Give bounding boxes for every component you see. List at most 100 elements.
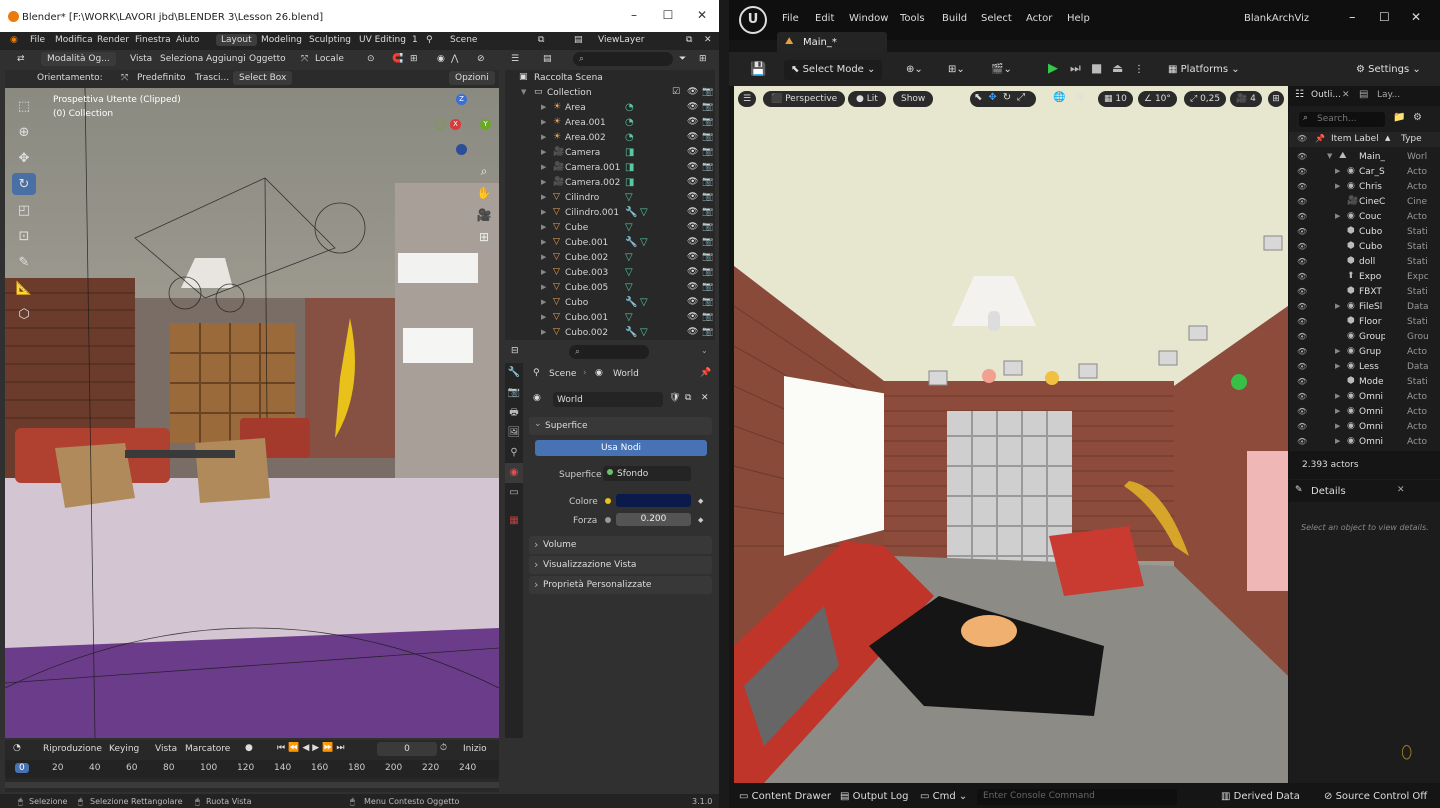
visibility-eye-icon[interactable]: 👁 [1297,347,1307,356]
render-camera-icon[interactable]: 📷 [702,312,713,322]
eye-icon[interactable]: 👁 [687,87,698,97]
ue-outliner-row[interactable]: 👁 🎥 CineC Cine [1289,195,1440,210]
expand-icon[interactable]: ▶ [541,223,546,231]
properties-search-input[interactable]: ⌕ [569,345,649,359]
outliner-item[interactable]: ▶ 🎥 Camera ◨ 👁 📷 [505,146,715,161]
ue-menu-help[interactable]: Help [1067,13,1090,24]
playhead-frame[interactable]: 0 [15,763,29,773]
ue-outliner-row[interactable]: 👁 ▶ ◉ FileSl Data [1289,300,1440,315]
pivot-icon[interactable]: ⊙ [367,54,375,64]
prev-key-icon[interactable]: ⏪ [288,743,302,753]
tab-modeling[interactable]: Modeling [261,35,302,45]
annotate-tool-icon[interactable]: ✎ [12,251,36,273]
visibility-eye-icon[interactable]: 👁 [1297,332,1307,341]
snap-grid-icon[interactable]: ⊞ [410,54,418,64]
outliner-editor-icon[interactable]: ☰ [511,54,519,64]
strength-keyframe-icon[interactable]: ◆ [698,516,703,524]
color-keyframe-icon[interactable]: ◆ [698,497,703,505]
outliner-filter-icon[interactable]: ⏷ [679,54,686,64]
ue-menu-window[interactable]: Window [849,13,888,24]
outliner-settings-icon[interactable]: ⚙ [1413,112,1422,123]
source-control-button[interactable]: ⊘ Source Control Off [1324,791,1427,802]
select-box-tool-icon[interactable]: ⬚ [12,95,36,117]
object-data-icon[interactable]: ▽ [625,222,633,233]
expand-icon[interactable]: ▶ [541,313,546,321]
play-reverse-icon[interactable]: ◀ [302,743,312,753]
play-icon[interactable]: ▶ [312,743,322,753]
eye-icon[interactable]: 👁 [687,237,698,247]
expand-icon[interactable]: ▶ [541,253,546,261]
blueprint-icon[interactable]: ⊞⌄ [941,60,972,80]
visibility-eye-icon[interactable]: 👁 [1297,362,1307,371]
menu-modifica[interactable]: Modifica [55,35,93,45]
viewlayer-copy-icon[interactable]: ⧉ [686,35,692,45]
camera-speed-button[interactable]: 🎥 4 [1230,91,1262,107]
ue-menu-tools[interactable]: Tools [900,13,925,24]
visibility-eye-icon[interactable]: 👁 [1297,272,1307,281]
output-log-button[interactable]: ▤ Output Log [840,791,908,802]
visibility-eye-icon[interactable]: 👁 [1297,407,1307,416]
menu-file[interactable]: File [30,35,45,45]
render-camera-icon[interactable]: 📷 [702,192,713,202]
pan-hand-icon[interactable]: ✋ [474,182,494,204]
viewlayer-name[interactable]: ViewLayer [598,35,644,45]
menu-vista[interactable]: Vista [130,54,152,64]
panel-viewport-display[interactable]: Visualizzazione Vista [529,556,712,574]
expand-icon[interactable]: ▶ [1335,407,1340,415]
proportional-icon[interactable]: ◉ [437,54,445,64]
visibility-eye-icon[interactable]: 👁 [1297,302,1307,311]
transform-orientation-icon[interactable]: ⤧ [301,54,308,64]
eye-icon[interactable]: 👁 [687,222,698,232]
expand-icon[interactable]: ▶ [541,133,546,141]
navigation-gizmo[interactable]: Z X Y [435,92,495,162]
options-dropdown[interactable]: Opzioni [449,71,495,85]
modifier-wrench-icon[interactable]: 🔧 [625,237,637,248]
details-close-icon[interactable]: ✕ [1397,485,1405,495]
scene-name[interactable]: Scene [450,35,477,45]
ue-outliner-row[interactable]: 👁 ▶ ◉ Omni Acto [1289,390,1440,405]
eye-icon[interactable]: 👁 [687,267,698,277]
collection-checkbox[interactable]: ☑ [672,87,680,97]
ue-outliner-row[interactable]: 👁 ◉ Group Grou [1289,330,1440,345]
menu-marcatore[interactable]: Marcatore [185,744,230,754]
visibility-eye-icon[interactable]: 👁 [1297,242,1307,251]
render-camera-icon[interactable]: 📷 [702,282,713,292]
object-data-icon[interactable]: ◨ [625,177,634,188]
ue-level-tab[interactable]: ⛰ Main_* [777,32,887,52]
viewport-options-icon[interactable]: ☰ [738,91,756,107]
object-data-icon[interactable]: ▽ [625,252,633,263]
menu-seleziona[interactable]: Seleziona [160,54,203,64]
world-name-field[interactable]: World [553,392,663,407]
panel-volume[interactable]: Volume [529,536,712,554]
object-data-icon[interactable]: ◨ [625,162,634,173]
outliner-item[interactable]: ▶ ☀ Area.001 ◔ 👁 📷 [505,116,715,131]
details-title[interactable]: Details [1311,486,1346,497]
render-camera-icon[interactable]: 📷 [702,297,713,307]
orientation-dropdown[interactable]: Predefinito [137,73,185,83]
visibility-eye-icon[interactable]: 👁 [1297,182,1307,191]
ue-outliner-row[interactable]: 👁 ▼ ⛰ Main_(Worl [1289,150,1440,165]
render-camera-icon[interactable]: 📷 [702,237,713,247]
properties-editor-icon[interactable]: ⊟ [511,346,519,356]
surface-shader-field[interactable]: Sfondo [603,466,691,481]
layers-tab-label[interactable]: Lay... [1377,90,1400,100]
expand-icon[interactable]: ▶ [1335,212,1340,220]
viewlayer-close-icon[interactable]: ✕ [704,35,712,45]
add-cube-tool-icon[interactable]: ⬡ [12,303,36,325]
outliner-item[interactable]: ▶ 🎥 Camera.002 ◨ 👁 📷 [505,176,715,191]
record-button[interactable]: ● [245,743,253,753]
unreal-logo-icon[interactable]: U [739,6,767,34]
expand-icon[interactable]: ▶ [541,268,546,276]
item-label-column[interactable]: Item Label [1331,134,1379,144]
object-data-icon[interactable]: ▽ [625,192,633,203]
eye-icon[interactable]: 👁 [687,117,698,127]
ue-menu-edit[interactable]: Edit [815,13,834,24]
eye-icon[interactable]: 👁 [687,207,698,217]
expand-icon[interactable]: ▶ [541,103,546,111]
outliner-item[interactable]: ▶ ▽ Cilindro ▽ 👁 📷 [505,191,715,206]
eye-icon[interactable]: 👁 [687,177,698,187]
render-camera-icon[interactable]: 📷 [702,252,713,262]
surface-panel-header[interactable]: ⌄ Superfice [529,417,712,435]
render-camera-icon[interactable]: 📷 [702,327,713,337]
eye-icon[interactable]: 👁 [687,132,698,142]
